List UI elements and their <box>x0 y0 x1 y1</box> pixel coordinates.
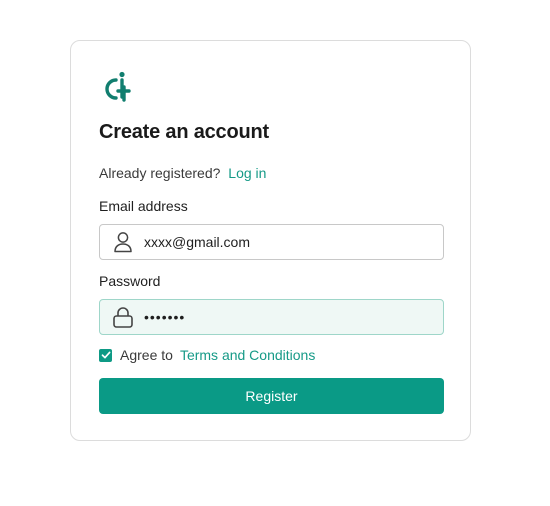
lock-icon <box>112 306 134 328</box>
email-field[interactable] <box>99 224 444 260</box>
register-card: Create an account Already registered? Lo… <box>70 40 471 441</box>
register-button[interactable]: Register <box>99 378 444 414</box>
email-label: Email address <box>99 198 188 214</box>
checkmark-icon <box>101 351 110 359</box>
terms-agreement-row: Agree to Terms and Conditions <box>99 347 315 363</box>
login-link[interactable]: Log in <box>228 165 266 181</box>
email-input[interactable] <box>144 234 424 250</box>
page-title: Create an account <box>99 121 269 143</box>
password-input[interactable] <box>144 309 424 325</box>
user-icon <box>112 231 134 253</box>
password-label: Password <box>99 273 161 289</box>
password-field[interactable] <box>99 299 444 335</box>
login-prompt-row: Already registered? Log in <box>99 165 266 181</box>
login-prompt-text: Already registered? <box>99 165 221 181</box>
agree-checkbox[interactable] <box>99 348 112 362</box>
app-logo-icon <box>105 71 131 102</box>
agree-text: Agree to <box>120 347 173 363</box>
terms-link[interactable]: Terms and Conditions <box>180 347 315 363</box>
